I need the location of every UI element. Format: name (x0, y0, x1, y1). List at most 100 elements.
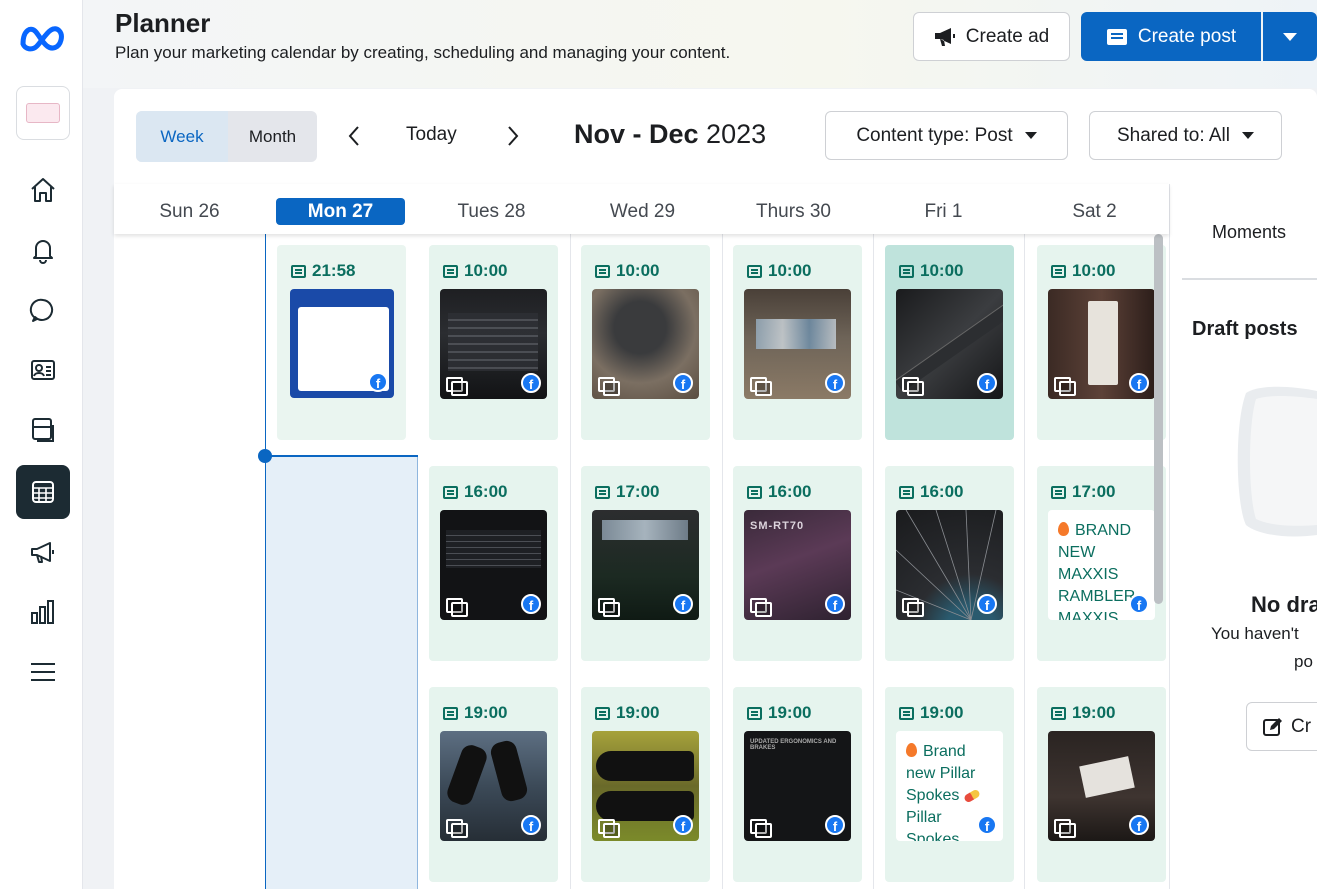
post-time: 19:00 (616, 703, 660, 722)
planner-calendar-icon[interactable] (16, 465, 70, 519)
multi-photo-icon (598, 598, 620, 617)
calendar-scrollbar[interactable] (1154, 234, 1163, 604)
create-ad-label: Create ad (965, 25, 1050, 47)
post-thumbnail: f (1048, 731, 1155, 841)
post-card-sat-2[interactable]: 17:00 BRAND NEW MAXXIS RAMBLER MAXXIS f (1037, 466, 1166, 661)
chat-bubble-icon[interactable] (16, 283, 70, 337)
day-header-mon-today[interactable]: Mon 27 (276, 198, 405, 225)
text-post-preview: Brand new Pillar Spokes Pillar Spokes f (896, 731, 1003, 841)
column-divider (722, 234, 723, 889)
post-time: 10:00 (768, 261, 812, 280)
contact-card-icon[interactable] (16, 343, 70, 397)
page-subtitle: Plan your marketing calendar by creating… (115, 43, 731, 62)
facebook-icon: f (368, 372, 388, 392)
facebook-icon: f (825, 373, 845, 393)
meta-logo-icon[interactable] (19, 22, 67, 52)
create-post-label: Create post (1137, 25, 1237, 47)
post-icon (595, 264, 610, 278)
post-time: 19:00 (768, 703, 812, 722)
view-week-button[interactable]: Week (136, 111, 228, 162)
day-header-sun[interactable]: Sun 26 (125, 198, 254, 225)
chevron-down-icon (1283, 32, 1297, 41)
multi-photo-icon (902, 377, 924, 396)
multi-photo-icon (446, 598, 468, 617)
day-header-tue[interactable]: Tues 28 (427, 198, 556, 225)
menu-hamburger-icon[interactable] (16, 645, 70, 699)
shared-to-label: Shared to: All (1116, 124, 1231, 146)
shared-to-filter[interactable]: Shared to: All (1089, 111, 1282, 160)
post-time: 17:00 (616, 482, 660, 501)
post-card-sat-3[interactable]: 19:00 f (1037, 687, 1166, 882)
page-title: Planner (115, 8, 211, 38)
fire-emoji-icon (906, 743, 917, 757)
text-line: Brand (923, 743, 966, 760)
facebook-icon: f (977, 594, 997, 614)
multi-photo-icon (598, 819, 620, 838)
fire-emoji-icon (1058, 522, 1069, 536)
multi-photo-icon (750, 819, 772, 838)
date-range-year: 2023 (698, 119, 767, 149)
create-post-dropdown-button[interactable] (1263, 12, 1317, 61)
shoe-image (596, 751, 694, 781)
post-thumbnail: f (896, 510, 1003, 620)
content-type-label: Content type: Post (856, 124, 1013, 146)
insights-bar-chart-icon[interactable] (16, 585, 70, 639)
page-avatar[interactable] (16, 86, 70, 140)
text-line: NEW (1058, 544, 1096, 561)
facebook-icon: f (977, 815, 997, 835)
today-button[interactable]: Today (406, 124, 457, 146)
create-draft-button[interactable]: Cr (1246, 702, 1317, 751)
shifter-image (488, 738, 530, 804)
home-icon[interactable] (16, 163, 70, 217)
post-thumbnail: f (896, 289, 1003, 399)
post-card-tue-3[interactable]: 19:00 f (429, 687, 558, 882)
post-thumbnail: SM-RT70 f (744, 510, 851, 620)
day-header-fri[interactable]: Fri 1 (879, 198, 1008, 225)
post-thumbnail: f (592, 731, 699, 841)
prev-arrow-button[interactable] (339, 120, 369, 152)
post-card-mon-1[interactable]: 21:58 f (277, 245, 406, 440)
day-header-thu[interactable]: Thurs 30 (729, 198, 858, 225)
post-card-fri-3[interactable]: 19:00 Brand new Pillar Spokes Pillar Spo… (885, 687, 1014, 882)
current-time-line (265, 455, 418, 457)
moments-tab[interactable]: Moments (1212, 222, 1286, 243)
text-line: new Pillar (906, 765, 976, 782)
post-card-wed-1[interactable]: 10:00 f (581, 245, 710, 440)
post-thumbnail: f (440, 731, 547, 841)
post-card-tue-1[interactable]: 10:00 f (429, 245, 558, 440)
today-column-future[interactable] (265, 456, 418, 889)
megaphone-icon[interactable] (16, 525, 70, 579)
view-month-button[interactable]: Month (228, 111, 317, 162)
post-card-wed-2[interactable]: 17:00 f (581, 466, 710, 661)
product-label-image (446, 530, 541, 568)
create-post-button[interactable]: Create post (1081, 12, 1261, 61)
facebook-icon: f (1129, 815, 1149, 835)
shifter-image (444, 742, 490, 808)
facebook-icon: f (1129, 373, 1149, 393)
text-line: MAXXIS (1058, 566, 1119, 583)
post-card-sat-1[interactable]: 10:00 f (1037, 245, 1166, 440)
content-pages-icon[interactable] (16, 403, 70, 457)
post-card-fri-2[interactable]: 16:00 f (885, 466, 1014, 661)
multi-photo-icon (446, 819, 468, 838)
day-header-sat[interactable]: Sat 2 (1030, 198, 1159, 225)
facebook-icon: f (825, 815, 845, 835)
post-time: 10:00 (616, 261, 660, 280)
day-header-wed[interactable]: Wed 29 (578, 198, 707, 225)
create-ad-button[interactable]: Create ad (913, 12, 1070, 61)
bell-icon[interactable] (16, 223, 70, 277)
multi-photo-icon (750, 377, 772, 396)
post-card-fri-1[interactable]: 10:00 f (885, 245, 1014, 440)
post-thumbnail: f (592, 510, 699, 620)
post-card-thu-1[interactable]: 10:00 f (733, 245, 862, 440)
post-card-tue-2[interactable]: 16:00 f (429, 466, 558, 661)
multi-photo-icon (902, 598, 924, 617)
post-card-thu-3[interactable]: 19:00 UPDATED ERGONOMICS AND BRAKES f (733, 687, 862, 882)
post-card-wed-3[interactable]: 19:00 f (581, 687, 710, 882)
chevron-right-icon (508, 126, 519, 146)
content-type-filter[interactable]: Content type: Post (825, 111, 1068, 160)
next-arrow-button[interactable] (498, 120, 528, 152)
column-divider (1024, 234, 1025, 889)
empty-state-text-line2: po (1294, 652, 1313, 671)
post-card-thu-2[interactable]: 16:00 SM-RT70 f (733, 466, 862, 661)
